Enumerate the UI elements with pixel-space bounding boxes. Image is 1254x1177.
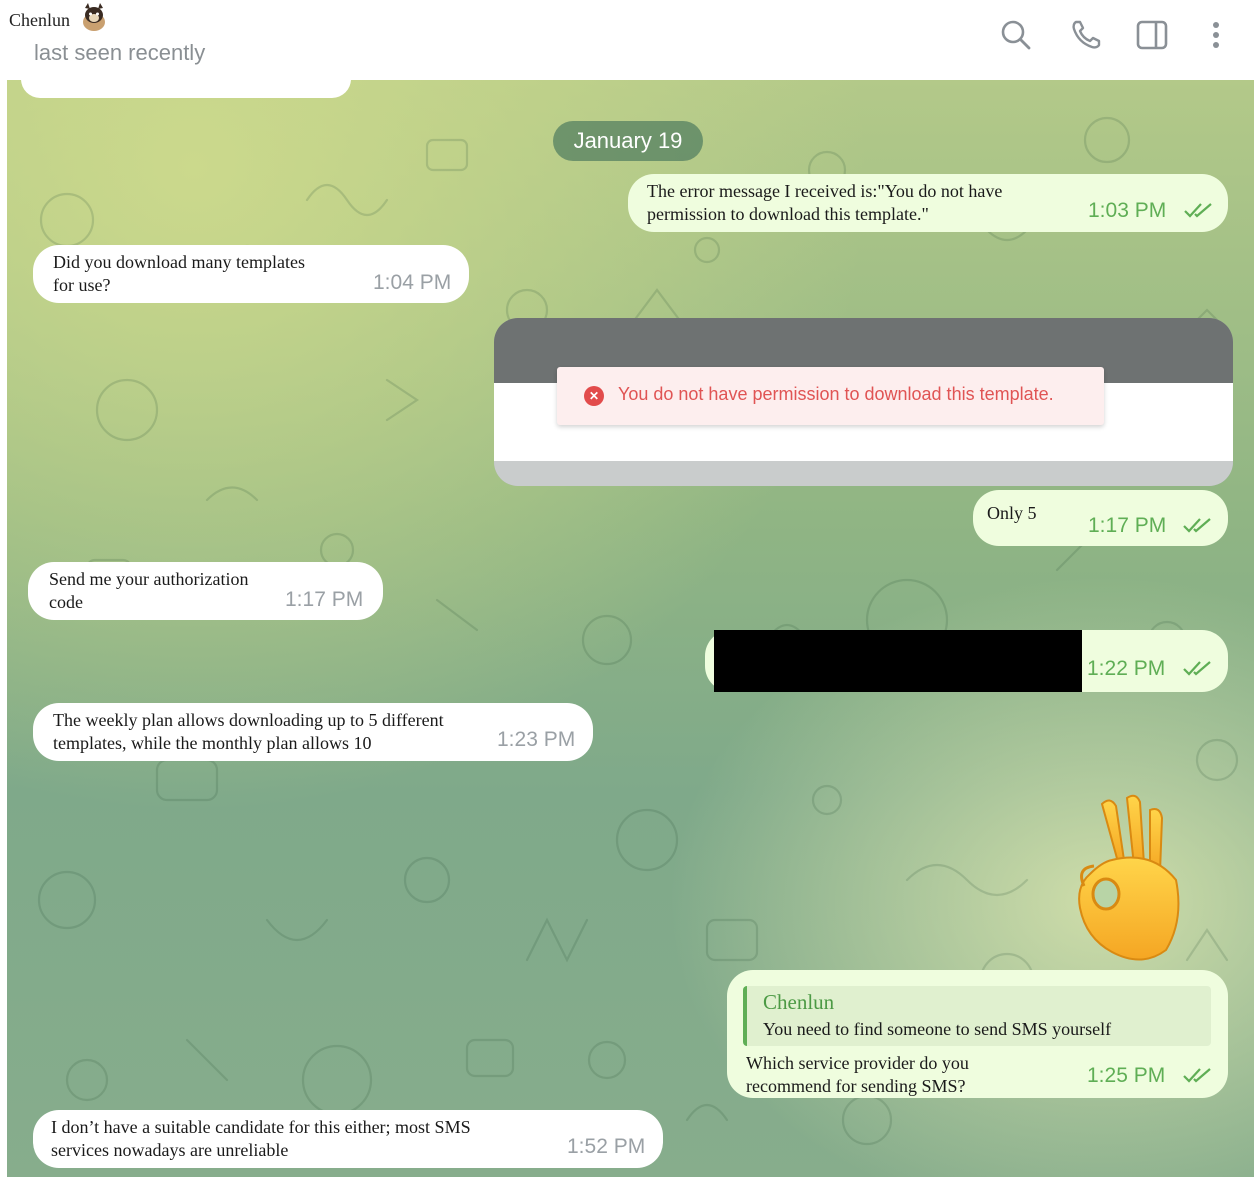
message-text: Send me your authorization code <box>49 569 249 612</box>
date-separator: January 19 <box>553 121 703 161</box>
reply-quote[interactable]: Chenlun You need to find someone to send… <box>743 986 1211 1046</box>
message-time: 1:04 PM <box>373 271 452 294</box>
redacted-content <box>714 630 1082 692</box>
error-circle-icon: ✕ <box>584 386 604 406</box>
image-attachment[interactable]: ✕ You do not have permission to download… <box>494 318 1233 486</box>
read-checkmarks-icon <box>1183 661 1211 676</box>
message-time: 1:03 PM <box>1088 199 1167 222</box>
message-bubble-outgoing[interactable]: Chenlun You need to find someone to send… <box>727 970 1228 1098</box>
message-bubble-partial[interactable] <box>21 80 351 98</box>
read-checkmarks-icon <box>1183 1068 1211 1083</box>
last-seen-status: last seen recently <box>34 40 206 65</box>
message-time: 1:22 PM <box>1087 657 1166 680</box>
more-vertical-icon[interactable] <box>1198 17 1234 53</box>
reply-text: You need to find someone to send SMS you… <box>763 1019 1112 1039</box>
message-bubble-incoming[interactable]: Send me your authorization code 1:17 PM <box>28 562 383 620</box>
read-checkmarks-icon <box>1183 518 1211 533</box>
chat-header: Chenlun last seen recently <box>0 0 1254 80</box>
ok-hand-emoji[interactable] <box>1072 790 1184 968</box>
image-bottom-band <box>494 461 1233 486</box>
message-time: 1:17 PM <box>1088 514 1167 537</box>
message-time: 1:17 PM <box>285 588 364 611</box>
message-time: 1:52 PM <box>567 1135 646 1158</box>
search-icon[interactable] <box>998 17 1034 53</box>
message-bubble-incoming[interactable]: Did you download many templates for use? … <box>33 245 469 303</box>
error-toast: ✕ You do not have permission to download… <box>557 367 1104 425</box>
message-text: Did you download many templates for use? <box>53 252 305 295</box>
phone-icon[interactable] <box>1068 17 1104 53</box>
message-text: Only 5 <box>987 503 1037 523</box>
sidebar-toggle-icon[interactable] <box>1134 17 1170 53</box>
error-toast-text: You do not have permission to download t… <box>618 384 1054 404</box>
message-bubble-incoming[interactable]: The weekly plan allows downloading up to… <box>33 703 593 761</box>
message-bubble-incoming[interactable]: I don’t have a suitable candidate for th… <box>33 1110 663 1168</box>
message-text: Which service provider do you recommend f… <box>746 1053 969 1096</box>
message-text: The error message I received is:"You do … <box>647 181 1003 224</box>
reply-author: Chenlun <box>763 990 835 1014</box>
read-checkmarks-icon <box>1184 203 1212 218</box>
contact-name[interactable]: Chenlun <box>9 10 70 31</box>
message-bubble-outgoing[interactable]: The error message I received is:"You do … <box>628 174 1228 232</box>
dog-avatar-icon[interactable] <box>80 2 108 32</box>
message-text: I don’t have a suitable candidate for th… <box>51 1117 471 1160</box>
message-time: 1:25 PM <box>1087 1064 1166 1087</box>
message-text: The weekly plan allows downloading up to… <box>53 710 444 753</box>
message-time: 1:23 PM <box>497 728 576 751</box>
message-bubble-outgoing[interactable]: Only 5 1:17 PM <box>973 490 1228 546</box>
